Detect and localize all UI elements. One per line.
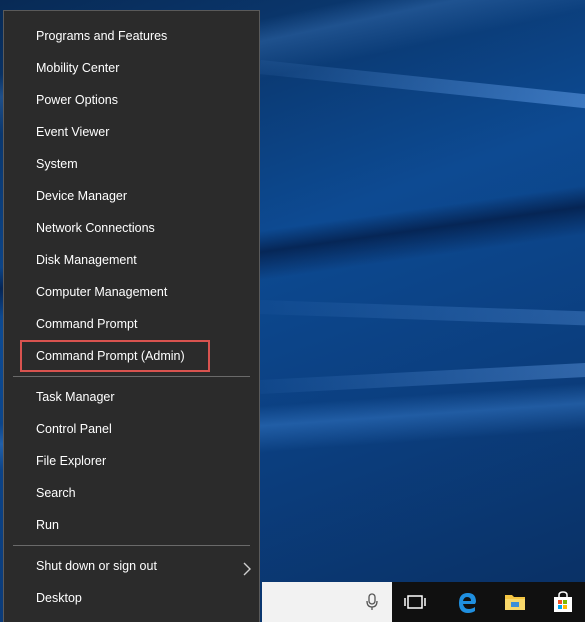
menu-item-device-manager[interactable]: Device Manager [4,180,259,212]
task-view-icon[interactable] [403,590,427,614]
menu-item-event-viewer[interactable]: Event Viewer [4,116,259,148]
menu-separator [13,545,250,546]
menu-separator [13,376,250,377]
chevron-right-icon [243,562,251,576]
taskbar-search-box[interactable] [262,582,392,622]
taskbar [262,582,585,622]
menu-item-system[interactable]: System [4,148,259,180]
menu-item-task-manager[interactable]: Task Manager [4,381,259,413]
menu-item-file-explorer[interactable]: File Explorer [4,445,259,477]
menu-item-programs-and-features[interactable]: Programs and Features [4,20,259,52]
wallpaper-light-beam [259,60,585,110]
menu-item-run[interactable]: Run [4,509,259,541]
menu-item-mobility-center[interactable]: Mobility Center [4,52,259,84]
menu-item-disk-management[interactable]: Disk Management [4,244,259,276]
wallpaper-light-beam [259,300,585,326]
store-icon[interactable] [551,590,575,614]
menu-item-desktop[interactable]: Desktop [4,582,259,614]
menu-item-command-prompt[interactable]: Command Prompt [4,308,259,340]
microphone-icon[interactable] [365,593,379,611]
power-user-menu: Programs and Features Mobility Center Po… [3,10,260,622]
highlight-box [20,340,210,372]
menu-item-control-panel[interactable]: Control Panel [4,413,259,445]
file-explorer-icon[interactable] [503,590,527,614]
menu-item-shut-down-or-sign-out[interactable]: Shut down or sign out [4,550,259,582]
wallpaper-light-beam [259,362,585,394]
menu-item-power-options[interactable]: Power Options [4,84,259,116]
menu-item-search[interactable]: Search [4,477,259,509]
edge-icon[interactable] [455,590,479,614]
menu-item-network-connections[interactable]: Network Connections [4,212,259,244]
menu-item-computer-management[interactable]: Computer Management [4,276,259,308]
